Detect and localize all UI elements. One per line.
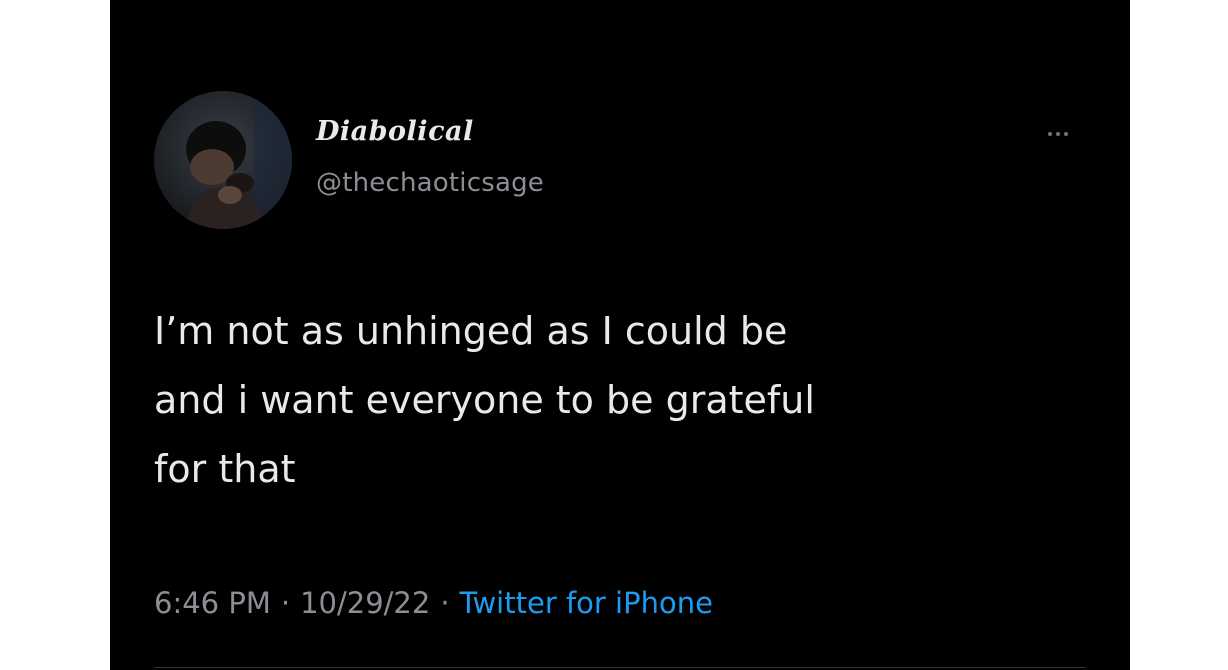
display-name[interactable]: Diabolical [316,116,474,147]
more-horizontal-icon-dot [1064,132,1068,136]
tweet-text-line: I’m not as unhinged as I could be [154,309,788,353]
user-handle[interactable]: @thechaoticsage [316,168,544,198]
avatar[interactable] [154,91,292,229]
more-horizontal-icon-dot [1056,132,1060,136]
tweet-metadata: 6:46 PM · 10/29/22 · Twitter for iPhone [154,586,713,620]
more-options-button[interactable] [1038,124,1078,144]
tweet-text-line: for that [154,447,296,491]
meta-separator: · [440,586,450,620]
tweet-time[interactable]: 6:46 PM [154,586,271,620]
tweet-card: Diabolical @thechaoticsage I’m not as un… [110,0,1130,670]
more-horizontal-icon [1048,132,1052,136]
tweet-date[interactable]: 10/29/22 [300,586,430,620]
divider [154,667,1086,668]
avatar-image [154,91,292,229]
tweet-source-link[interactable]: Twitter for iPhone [460,586,713,620]
screenshot-canvas: Diabolical @thechaoticsage I’m not as un… [0,0,1228,670]
meta-separator: · [280,586,291,620]
tweet-text-line: and i want everyone to be grateful [154,378,815,422]
tweet-text: I’m not as unhinged as I could be and i … [154,297,1054,504]
